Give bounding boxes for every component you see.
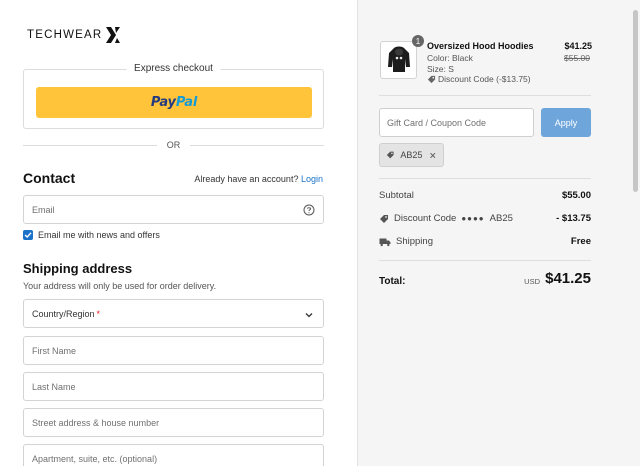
or-divider: OR [23, 138, 324, 152]
tag-icon [427, 75, 436, 83]
quantity-badge: 1 [412, 35, 424, 47]
account-prompt: Already have an account? Login [194, 174, 323, 184]
shipping-subtitle: Your address will only be used for order… [23, 281, 217, 291]
shipping-heading: Shipping address [23, 261, 133, 276]
divider [379, 95, 591, 96]
country-select[interactable]: Country/Region * [23, 299, 324, 328]
discount-code: AB25 [489, 213, 513, 224]
newsletter-option[interactable]: Email me with news and offers [23, 230, 160, 240]
street-address-field[interactable]: Street address & house number [23, 408, 324, 437]
applied-coupon-code: AB25 [400, 150, 423, 160]
first-name-field[interactable]: First Name [23, 336, 324, 365]
email-field[interactable]: Email [23, 195, 324, 224]
coupon-input[interactable]: Gift Card / Coupon Code [379, 108, 534, 137]
paypal-button[interactable]: PayPal [36, 87, 312, 118]
newsletter-checkbox[interactable] [23, 230, 33, 240]
discount-label: Discount Code [394, 213, 457, 224]
product-thumbnail [380, 41, 417, 79]
discount-value: - $13.75 [556, 213, 591, 224]
subtotal-value: $55.00 [561, 190, 591, 201]
product-price: $41.25 [564, 41, 592, 51]
paypal-logo: PayPal [150, 95, 198, 110]
email-placeholder: Email [32, 204, 55, 215]
express-checkout-label: Express checkout [126, 63, 221, 74]
tag-icon [380, 214, 388, 223]
shipping-row: Shipping [379, 236, 433, 247]
country-label: Country/Region [32, 308, 95, 319]
applied-coupon-chip: AB25 [379, 143, 444, 167]
divider [379, 260, 591, 261]
product-color: Color: Black [427, 53, 473, 63]
truck-icon [379, 238, 391, 246]
express-checkout-box: Express checkout PayPal [23, 63, 324, 129]
help-icon[interactable] [303, 204, 315, 216]
tag-icon [386, 151, 394, 159]
divider [379, 178, 591, 179]
checkmark-icon [24, 232, 32, 238]
brand-x-icon [106, 27, 121, 43]
contact-heading: Contact [23, 170, 76, 186]
brand-name: TECHWEAR [27, 29, 103, 41]
required-mark: * [96, 308, 101, 319]
checkout-form-panel: TECHWEAR Express checkout PayPal OR Cont… [0, 0, 358, 466]
subtotal-label: Subtotal [379, 190, 414, 201]
chevron-down-icon [305, 313, 313, 318]
product-name: Oversized Hood Hoodies [427, 41, 534, 51]
login-link[interactable]: Login [301, 174, 323, 184]
discount-dots: ●●●● [461, 214, 485, 223]
newsletter-label: Email me with news and offers [38, 230, 160, 240]
brand-logo[interactable]: TECHWEAR [27, 26, 122, 44]
total-label: Total: [379, 276, 406, 287]
discount-row: Discount Code ●●●● AB25 [379, 213, 513, 224]
apply-button[interactable]: Apply [541, 108, 591, 137]
hoodie-image [387, 46, 410, 72]
last-name-field[interactable]: Last Name [23, 372, 324, 401]
product-discount: Discount Code (-$13.75) [427, 74, 531, 84]
total-value: $41.25 [545, 270, 591, 287]
close-icon[interactable] [429, 151, 437, 160]
apartment-field[interactable]: Apartment, suite, etc. (optional) [23, 444, 324, 466]
product-original-price: $55.00 [564, 53, 590, 63]
product-size: Size: S [427, 64, 454, 74]
total-currency: USD [524, 277, 540, 286]
shipping-label: Shipping [396, 236, 433, 247]
or-text: OR [166, 140, 181, 150]
scrollbar[interactable] [633, 10, 638, 192]
shipping-value: Free [570, 236, 591, 247]
